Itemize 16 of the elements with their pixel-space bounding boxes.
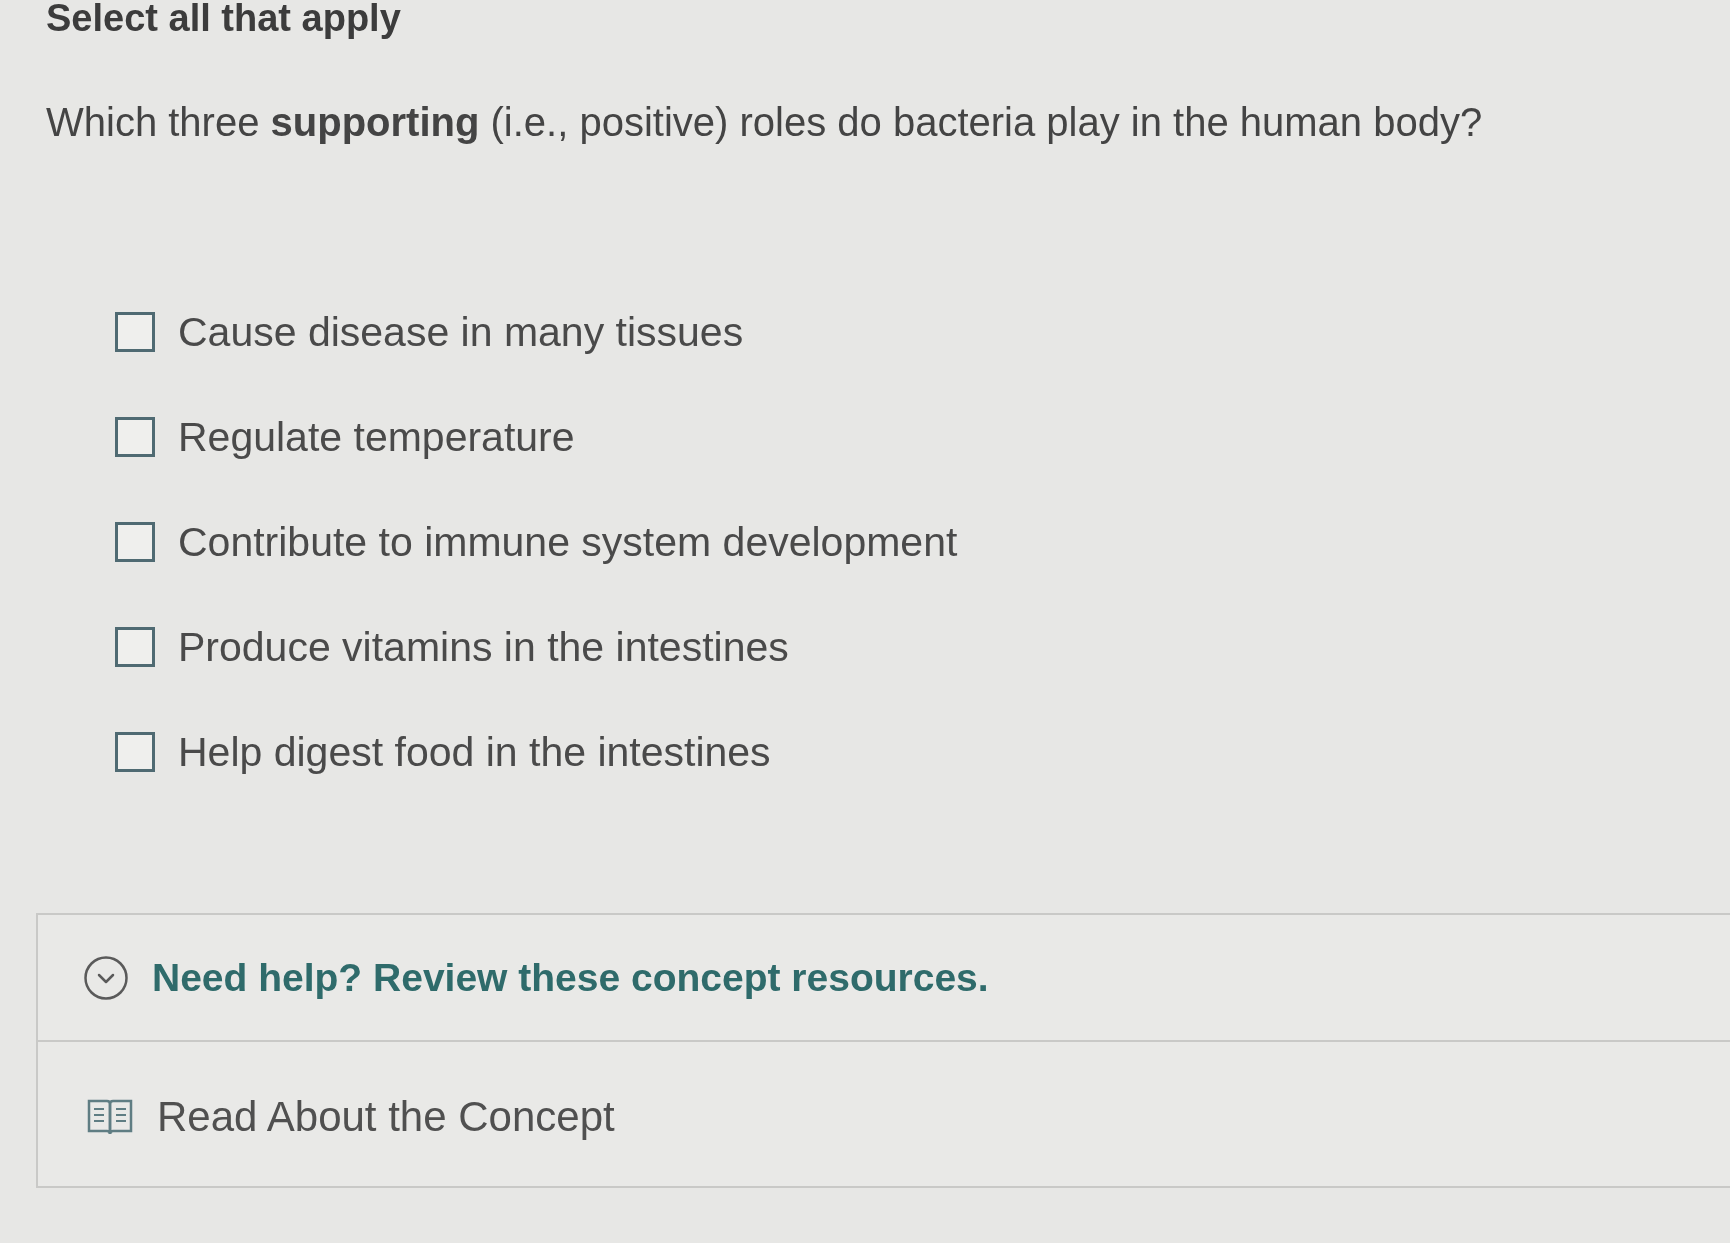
option-label[interactable]: Produce vitamins in the intestines bbox=[178, 623, 789, 671]
checkbox[interactable] bbox=[115, 732, 155, 772]
instruction-text: Select all that apply bbox=[46, 0, 401, 38]
book-icon bbox=[87, 1098, 133, 1136]
option-label[interactable]: Cause disease in many tissues bbox=[178, 308, 744, 356]
checkbox[interactable] bbox=[115, 417, 155, 457]
option-label[interactable]: Help digest food in the intestines bbox=[178, 728, 771, 776]
question-text: Which three supporting (i.e., positive) roles do bacteria play in the human body? bbox=[46, 99, 1483, 145]
chevron-circle-icon[interactable] bbox=[84, 955, 128, 1000]
checkbox[interactable] bbox=[115, 627, 155, 667]
option-label[interactable]: Contribute to immune system development bbox=[178, 518, 958, 566]
help-toggle-link[interactable]: Need help? Review these concept resources. bbox=[152, 954, 989, 1001]
checkbox[interactable] bbox=[115, 312, 155, 352]
resource-link[interactable]: Read About the Concept bbox=[157, 1093, 615, 1141]
option-label[interactable]: Regulate temperature bbox=[178, 413, 575, 461]
checkbox[interactable] bbox=[115, 522, 155, 562]
